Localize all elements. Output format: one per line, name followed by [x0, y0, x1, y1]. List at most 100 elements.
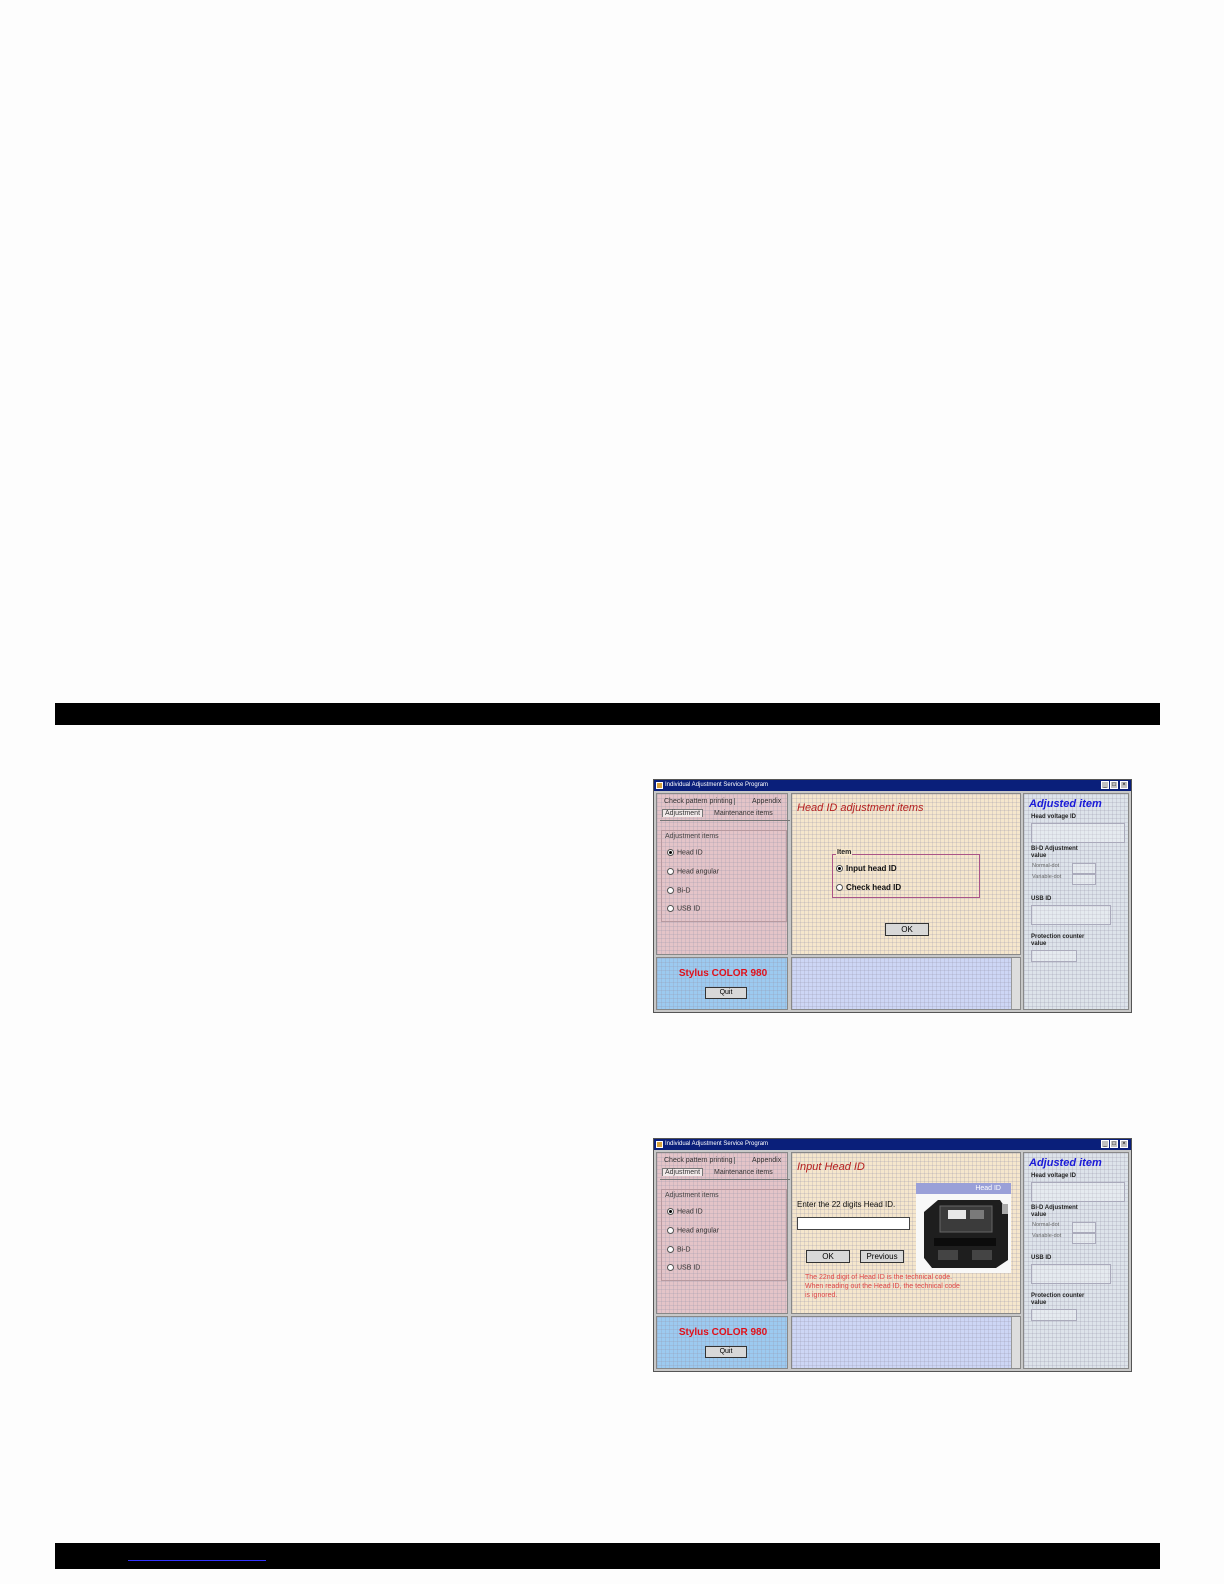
- tab-divider: [660, 820, 790, 821]
- radio-icon: [667, 1208, 674, 1215]
- message-log[interactable]: [791, 957, 1021, 1010]
- tab-maintenance[interactable]: Maintenance items: [712, 810, 775, 817]
- window-title: Individual Adjustment Service Program: [665, 782, 769, 788]
- variable-dot-label: Variable-dot: [1032, 1233, 1062, 1239]
- radio-input-head-id[interactable]: Input head ID: [836, 864, 897, 873]
- protection-value-label: value: [1031, 941, 1047, 947]
- note-line: The 22nd digit of Head ID is the technic…: [805, 1274, 953, 1281]
- ok-button[interactable]: OK: [885, 923, 929, 936]
- radio-head-angular[interactable]: Head angular: [667, 1227, 719, 1234]
- variable-dot-label: Variable-dot: [1032, 874, 1062, 880]
- adjusted-item-panel: Adjusted item Head voltage ID Bi-D Adjus…: [1023, 1152, 1129, 1369]
- radio-bi-d[interactable]: Bi-D: [667, 887, 691, 894]
- adjusted-item-title: Adjusted item: [1029, 798, 1102, 810]
- radio-icon: [667, 1227, 674, 1234]
- app-icon: [656, 782, 663, 789]
- radio-check-head-id[interactable]: Check head ID: [836, 883, 901, 892]
- head-id-input[interactable]: [797, 1217, 910, 1230]
- tab-adjustment[interactable]: Adjustment: [662, 809, 704, 817]
- normal-dot-label: Normal-dot: [1032, 863, 1060, 869]
- adjustment-panel: Check pattern printing Appendix Adjustme…: [656, 793, 790, 955]
- tab-appendix[interactable]: Appendix: [750, 798, 783, 805]
- log-scrollbar[interactable]: [1011, 958, 1020, 1009]
- close-icon[interactable]: ×: [1120, 1140, 1128, 1148]
- radio-icon: [667, 1246, 674, 1253]
- bid-value-label: value: [1031, 1212, 1047, 1218]
- usb-id-field: [1031, 905, 1111, 925]
- radio-head-id[interactable]: Head ID: [667, 1208, 703, 1215]
- radio-usb-id[interactable]: USB ID: [667, 905, 700, 912]
- head-voltage-label: Head voltage ID: [1031, 1173, 1077, 1179]
- footer-link-underline[interactable]: [128, 1560, 266, 1561]
- protection-field: [1031, 950, 1077, 962]
- tab-check-pattern[interactable]: Check pattern printing: [662, 1157, 736, 1164]
- panel-title: Input Head ID: [797, 1161, 865, 1173]
- adjustment-items-title: Adjustment items: [665, 833, 719, 840]
- radio-icon: [836, 865, 843, 873]
- adjustment-panel: Check pattern printing Appendix Adjustme…: [656, 1152, 790, 1314]
- input-head-id-panel: Input Head ID Enter the 22 digits Head I…: [791, 1152, 1021, 1314]
- radio-icon: [667, 849, 674, 856]
- printhead-photo: Head ID: [916, 1183, 1011, 1273]
- log-scrollbar[interactable]: [1011, 1317, 1020, 1368]
- note-line: When reading out the Head ID, the techni…: [805, 1283, 960, 1290]
- maximize-icon[interactable]: □: [1110, 781, 1118, 789]
- adjusted-item-title: Adjusted item: [1029, 1157, 1102, 1169]
- service-program-window-head-id-items: Individual Adjustment Service Program _ …: [653, 779, 1132, 1013]
- radio-icon: [667, 1264, 674, 1271]
- model-name: Stylus COLOR 980: [678, 968, 768, 979]
- radio-head-angular[interactable]: Head angular: [667, 868, 719, 875]
- printhead-illustration: [924, 1200, 1008, 1268]
- note-line: is ignored.: [805, 1292, 838, 1299]
- footer-rule: [55, 1543, 1160, 1569]
- normal-dot-label: Normal-dot: [1032, 1222, 1060, 1228]
- minimize-icon[interactable]: _: [1101, 781, 1109, 789]
- usb-id-field: [1031, 1264, 1111, 1284]
- maximize-icon[interactable]: □: [1110, 1140, 1118, 1148]
- radio-icon: [667, 905, 674, 912]
- tab-divider: [660, 1179, 790, 1180]
- technical-code-note: The 22nd digit of Head ID is the technic…: [805, 1273, 1015, 1300]
- radio-icon: [836, 884, 843, 892]
- entry-label: Enter the 22 digits Head ID.: [797, 1200, 896, 1209]
- normal-dot-field: [1072, 1222, 1096, 1233]
- ok-button[interactable]: OK: [806, 1250, 850, 1263]
- protection-label: Protection counter: [1031, 934, 1085, 940]
- variable-dot-field: [1072, 1233, 1096, 1244]
- message-log[interactable]: [791, 1316, 1021, 1369]
- radio-usb-id[interactable]: USB ID: [667, 1264, 700, 1271]
- previous-button[interactable]: Previous: [860, 1250, 904, 1263]
- minimize-icon[interactable]: _: [1101, 1140, 1109, 1148]
- header-rule: [55, 703, 1160, 725]
- variable-dot-field: [1072, 874, 1096, 885]
- quit-button[interactable]: Quit: [705, 1346, 747, 1358]
- adjusted-item-panel: Adjusted item Head voltage ID Bi-D Adjus…: [1023, 793, 1129, 1010]
- head-id-items-panel: Head ID adjustment items Item Input head…: [791, 793, 1021, 955]
- radio-head-id[interactable]: Head ID: [667, 849, 703, 856]
- head-voltage-field: [1031, 823, 1125, 843]
- protection-label: Protection counter: [1031, 1293, 1085, 1299]
- window-title: Individual Adjustment Service Program: [665, 1141, 769, 1147]
- usb-id-label: USB ID: [1031, 896, 1052, 902]
- panel-title: Head ID adjustment items: [797, 802, 924, 814]
- normal-dot-field: [1072, 863, 1096, 874]
- head-voltage-label: Head voltage ID: [1031, 814, 1077, 820]
- head-id-caption: Head ID: [916, 1183, 1011, 1194]
- tab-maintenance[interactable]: Maintenance items: [712, 1169, 775, 1176]
- model-panel: Stylus COLOR 980 Quit: [656, 1316, 788, 1369]
- bid-value-label: value: [1031, 853, 1047, 859]
- usb-id-label: USB ID: [1031, 1255, 1052, 1261]
- item-group-title: Item: [836, 849, 853, 856]
- bid-label: Bi-D Adjustment: [1031, 846, 1078, 852]
- close-icon[interactable]: ×: [1120, 781, 1128, 789]
- head-voltage-field: [1031, 1182, 1125, 1202]
- tab-appendix[interactable]: Appendix: [750, 1157, 783, 1164]
- model-name: Stylus COLOR 980: [678, 1327, 768, 1338]
- model-panel: Stylus COLOR 980 Quit: [656, 957, 788, 1010]
- tab-check-pattern[interactable]: Check pattern printing: [662, 798, 736, 805]
- radio-bi-d[interactable]: Bi-D: [667, 1246, 691, 1253]
- tab-adjustment[interactable]: Adjustment: [662, 1168, 704, 1176]
- protection-value-label: value: [1031, 1300, 1047, 1306]
- title-bar: Individual Adjustment Service Program _ …: [654, 1139, 1131, 1150]
- quit-button[interactable]: Quit: [705, 987, 747, 999]
